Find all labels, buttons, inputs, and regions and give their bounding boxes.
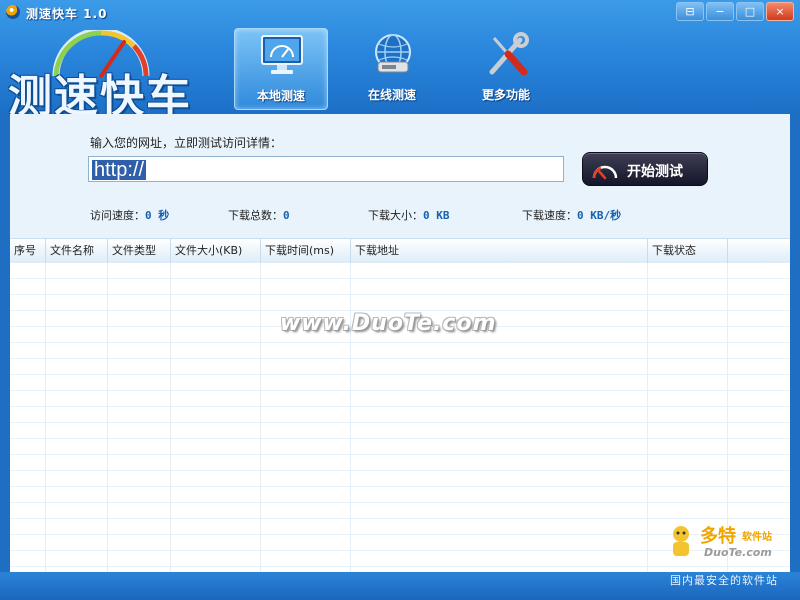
download-speed-value: 0 KB/秒 — [577, 209, 622, 222]
header: 测速快车 1.0 ⊟ − □ × 测速快车 本地测速 在线测速 更多功能 — [0, 0, 800, 114]
column-header-download-status[interactable]: 下载状态 — [648, 239, 728, 263]
download-total-value: 0 — [283, 209, 290, 222]
column-header-download-url[interactable]: 下载地址 — [351, 239, 648, 263]
tab-local-test[interactable]: 本地测速 — [234, 28, 328, 110]
visit-speed-stat: 访问速度：0 秒 — [90, 207, 169, 223]
status-text: 国内最安全的软件站 — [670, 574, 778, 587]
download-total-label: 下载总数： — [228, 209, 283, 222]
table-header: 序号 文件名称 文件类型 文件大小(KB) 下载时间(ms) 下载地址 下载状态 — [10, 238, 790, 264]
app-icon — [6, 5, 20, 19]
brand-url: DuoTe.com — [704, 546, 772, 559]
url-prompt-label: 输入您的网址，立即测试访问详情： — [90, 136, 283, 150]
tab-more-features-label: 更多功能 — [481, 88, 530, 102]
tab-more-features[interactable]: 更多功能 — [460, 28, 552, 108]
download-size-stat: 下载大小：0 KB — [368, 207, 450, 223]
column-header-download-time[interactable]: 下载时间(ms) — [261, 239, 351, 263]
download-total-stat: 下载总数：0 — [228, 207, 290, 223]
corner-brand-logo: 多特 软件站 DuoTe.com — [660, 520, 800, 580]
close-button[interactable]: × — [766, 2, 794, 21]
brand-sub: 软件站 — [742, 532, 772, 543]
visit-speed-value: 0 秒 — [145, 209, 170, 222]
download-size-value: 0 KB — [423, 209, 450, 222]
test-panel: 输入您的网址，立即测试访问详情： http:// 开始测试 访问速度：0 秒 下… — [10, 114, 790, 238]
window-controls: ⊟ − □ × — [676, 2, 794, 21]
start-test-button[interactable]: 开始测试 — [582, 152, 708, 186]
mascot-icon — [673, 526, 689, 556]
column-divider — [170, 263, 171, 572]
watermark: www.DuoTe.com — [280, 311, 497, 336]
column-divider — [107, 263, 108, 572]
start-test-label: 开始测试 — [627, 164, 683, 180]
visit-speed-label: 访问速度： — [90, 209, 145, 222]
tab-online-test[interactable]: 在线测速 — [346, 28, 438, 108]
column-header-index[interactable]: 序号 — [10, 239, 46, 263]
globe-network-icon — [375, 34, 411, 73]
column-header-file-size[interactable]: 文件大小(KB) — [171, 239, 261, 263]
title-bar[interactable]: 测速快车 1.0 ⊟ − □ × — [0, 0, 800, 24]
tools-icon — [489, 32, 529, 76]
download-speed-stat: 下载速度：0 KB/秒 — [522, 207, 621, 223]
brand-name: 多特 — [700, 526, 736, 547]
minimize-button[interactable]: − — [706, 2, 734, 21]
status-bar: 国内最安全的软件站 — [0, 572, 800, 600]
column-divider — [260, 263, 261, 572]
tab-online-test-label: 在线测速 — [367, 88, 416, 102]
download-speed-label: 下载速度： — [522, 209, 577, 222]
gauge-icon — [592, 165, 618, 180]
menu-button[interactable]: ⊟ — [676, 2, 704, 21]
logo-text: 测速快车 — [8, 71, 192, 114]
url-input[interactable] — [88, 156, 564, 182]
column-header-file-name[interactable]: 文件名称 — [46, 239, 108, 263]
maximize-button[interactable]: □ — [736, 2, 764, 21]
window-title: 测速快车 1.0 — [26, 7, 108, 21]
download-size-label: 下载大小： — [368, 209, 423, 222]
column-header-file-type[interactable]: 文件类型 — [108, 239, 171, 263]
tab-local-test-label: 本地测速 — [256, 89, 305, 103]
column-divider — [647, 263, 648, 572]
column-divider — [350, 263, 351, 572]
column-divider — [45, 263, 46, 572]
app-logo: 测速快车 — [6, 30, 226, 114]
monitor-gauge-icon — [261, 35, 303, 74]
